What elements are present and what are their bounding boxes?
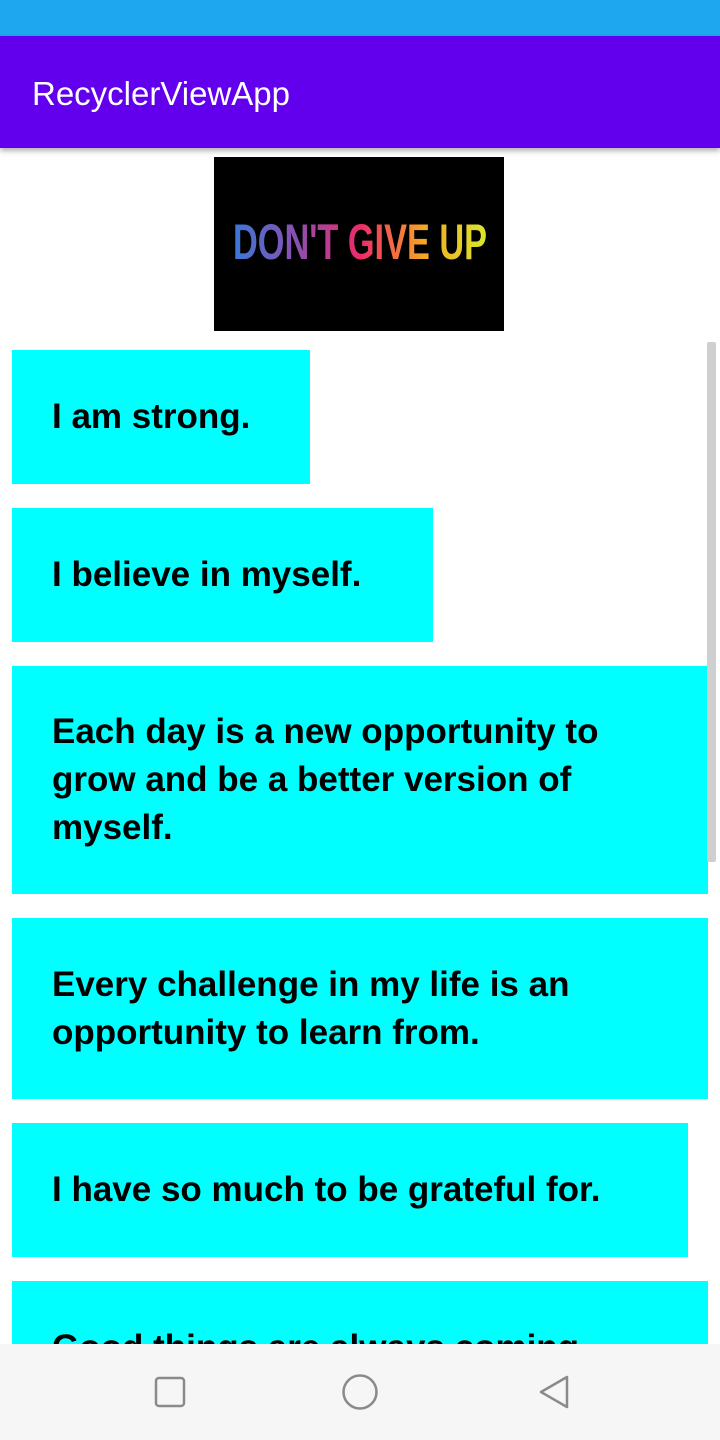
status-bar [0,0,720,36]
banner-logo: DON'T GIVE UP [230,202,490,270]
home-button[interactable] [336,1368,384,1416]
list-item[interactable]: I believe in myself. [12,508,433,642]
list-item[interactable]: Every challenge in my life is an opportu… [12,918,708,1099]
affirmation-text: Every challenge in my life is an opportu… [52,964,570,1052]
navigation-bar [0,1344,720,1440]
affirmation-text: I have so much to be grateful for. [52,1170,601,1209]
list-item[interactable]: I have so much to be grateful for. [12,1123,688,1257]
svg-text:DON'T GIVE UP: DON'T GIVE UP [233,214,487,270]
app-bar: RecyclerViewApp [0,36,720,148]
list-item[interactable]: Good things are always coming [12,1281,708,1345]
circle-icon [342,1374,378,1410]
list-item[interactable]: Each day is a new opportunity to grow an… [12,666,708,894]
back-button[interactable] [530,1368,578,1416]
list-item[interactable]: I am strong. [12,350,310,484]
affirmation-text: Good things are always coming [52,1324,579,1345]
square-icon [154,1376,186,1408]
dont-give-up-banner: DON'T GIVE UP [214,157,504,331]
affirmation-text: I am strong. [52,397,251,436]
recents-button[interactable] [146,1368,194,1416]
app-title: RecyclerViewApp [32,75,291,112]
triangle-back-icon [539,1375,569,1409]
affirmation-text: Each day is a new opportunity to grow an… [52,712,599,847]
list-scrollbar[interactable] [707,342,716,862]
affirmation-list[interactable]: I am strong. I believe in myself. Each d… [0,341,720,1345]
affirmation-text: I believe in myself. [52,555,362,594]
